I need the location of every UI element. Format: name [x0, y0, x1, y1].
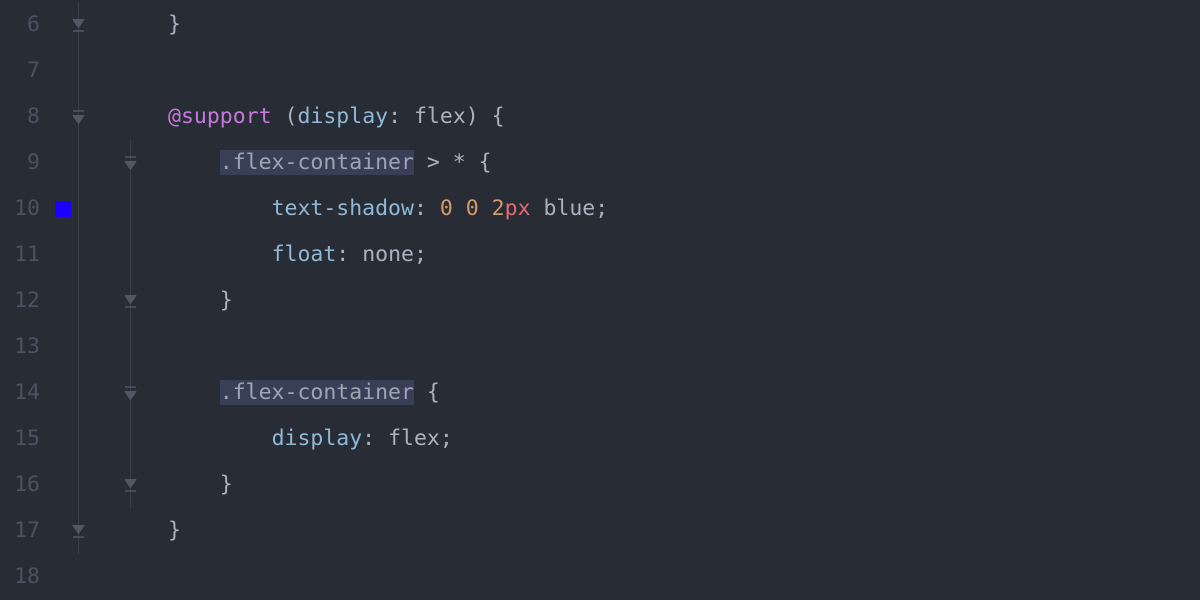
- code-line[interactable]: 15 display: flex;: [0, 416, 1200, 462]
- fold-gutter[interactable]: [78, 370, 168, 416]
- brace: }: [168, 12, 181, 37]
- code-line[interactable]: 16 }: [0, 462, 1200, 508]
- css-selector: .flex-container: [220, 150, 414, 175]
- fold-gutter[interactable]: [78, 278, 168, 324]
- fold-gutter[interactable]: [78, 48, 168, 94]
- code-content[interactable]: display: flex;: [168, 416, 1200, 462]
- css-property: display: [297, 104, 388, 129]
- breakpoint-icon[interactable]: [55, 201, 71, 217]
- code-editor[interactable]: 6 } 7 8 @support (display: flex) {: [0, 0, 1200, 600]
- fold-gutter[interactable]: [78, 462, 168, 508]
- line-number: 15: [0, 416, 48, 462]
- code-line[interactable]: 10 text-shadow: 0 0 2px blue;: [0, 186, 1200, 232]
- line-number: 6: [0, 2, 48, 48]
- fold-open-icon[interactable]: [72, 109, 85, 125]
- brace: }: [220, 288, 233, 313]
- line-number: 12: [0, 278, 48, 324]
- fold-end-icon[interactable]: [124, 293, 137, 309]
- code-line[interactable]: 14 .flex-container {: [0, 370, 1200, 416]
- line-number: 10: [0, 186, 48, 232]
- fold-gutter[interactable]: [78, 554, 168, 600]
- fold-gutter[interactable]: [78, 94, 168, 140]
- code-content[interactable]: .flex-container {: [168, 370, 1200, 416]
- at-rule: @support: [168, 104, 272, 129]
- code-line[interactable]: 17 }: [0, 508, 1200, 554]
- line-number: 17: [0, 508, 48, 554]
- css-selector: .flex-container: [220, 380, 414, 405]
- css-property: float: [272, 242, 337, 267]
- fold-gutter[interactable]: [78, 232, 168, 278]
- code-content[interactable]: }: [168, 2, 1200, 48]
- code-line[interactable]: 9 .flex-container > * {: [0, 140, 1200, 186]
- line-number: 13: [0, 324, 48, 370]
- line-number: 11: [0, 232, 48, 278]
- breakpoint-gutter[interactable]: [48, 201, 78, 217]
- code-content[interactable]: .flex-container > * {: [168, 140, 1200, 186]
- css-property: display: [272, 426, 363, 451]
- code-content[interactable]: }: [168, 462, 1200, 508]
- code-content[interactable]: text-shadow: 0 0 2px blue;: [168, 186, 1200, 232]
- line-number: 9: [0, 140, 48, 186]
- code-line[interactable]: 12 }: [0, 278, 1200, 324]
- css-value: flex: [414, 104, 466, 129]
- code-line[interactable]: 8 @support (display: flex) {: [0, 94, 1200, 140]
- line-number: 7: [0, 48, 48, 94]
- fold-end-icon[interactable]: [72, 523, 85, 539]
- fold-open-icon[interactable]: [124, 155, 137, 171]
- code-content[interactable]: float: none;: [168, 232, 1200, 278]
- fold-gutter[interactable]: [78, 186, 168, 232]
- css-unit: px: [505, 196, 531, 221]
- code-line[interactable]: 18: [0, 554, 1200, 600]
- css-number: 2: [492, 196, 505, 221]
- fold-gutter[interactable]: [78, 416, 168, 462]
- code-content[interactable]: }: [168, 508, 1200, 554]
- code-line[interactable]: 11 float: none;: [0, 232, 1200, 278]
- line-number: 14: [0, 370, 48, 416]
- css-value: none: [362, 242, 414, 267]
- fold-end-icon[interactable]: [72, 17, 85, 33]
- css-number: 0: [466, 196, 479, 221]
- code-content[interactable]: @support (display: flex) {: [168, 94, 1200, 140]
- line-number: 16: [0, 462, 48, 508]
- fold-end-icon[interactable]: [124, 477, 137, 493]
- code-line[interactable]: 13: [0, 324, 1200, 370]
- line-number: 18: [0, 554, 48, 600]
- brace: }: [168, 518, 181, 543]
- css-value: flex: [388, 426, 440, 451]
- css-number: 0: [440, 196, 453, 221]
- code-line[interactable]: 7: [0, 48, 1200, 94]
- code-content[interactable]: }: [168, 278, 1200, 324]
- brace: }: [220, 472, 233, 497]
- fold-gutter[interactable]: [78, 2, 168, 48]
- fold-open-icon[interactable]: [124, 385, 137, 401]
- fold-gutter[interactable]: [78, 140, 168, 186]
- css-property: text-shadow: [272, 196, 414, 221]
- fold-gutter[interactable]: [78, 324, 168, 370]
- fold-gutter[interactable]: [78, 508, 168, 554]
- css-value: blue: [543, 196, 595, 221]
- code-line[interactable]: 6 }: [0, 2, 1200, 48]
- line-number: 8: [0, 94, 48, 140]
